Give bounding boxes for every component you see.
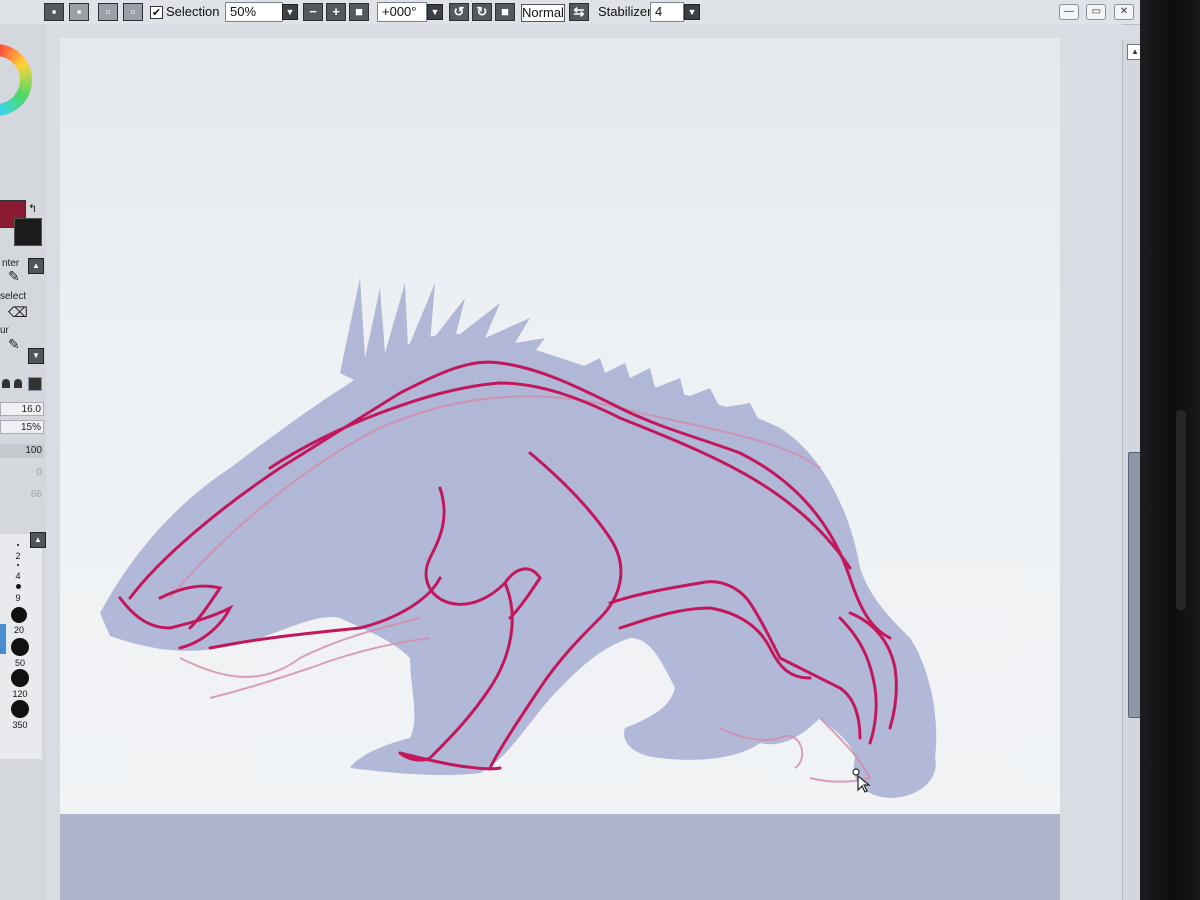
- stabilizer-label: Stabilizer: [598, 4, 652, 19]
- size-label: 9: [15, 593, 21, 603]
- selected-size-indicator: [0, 624, 6, 654]
- zoom-in-button[interactable]: +: [326, 3, 346, 21]
- tool-scroll-up-icon[interactable]: ▲: [28, 258, 44, 274]
- size-label: 20: [13, 625, 24, 635]
- stabilizer-dropdown-icon[interactable]: ▼: [684, 4, 700, 20]
- size-label: 120: [12, 689, 28, 699]
- blur-brush-icon[interactable]: ✎: [8, 336, 20, 353]
- size-label: 2: [15, 551, 21, 561]
- brush-shape-row: [0, 376, 44, 392]
- tool-label[interactable]: select: [0, 291, 26, 303]
- blending-slider[interactable]: 0: [0, 466, 44, 480]
- brush-size-list[interactable]: ▲ 2 4 9 20 50 120 350: [0, 532, 46, 759]
- selection-checkbox[interactable]: ✔: [150, 6, 163, 19]
- tool-panel: ↰ nter ✎ select ⌫ ur ✎ ▲ ▼ 16.0 15% 100 …: [0, 24, 47, 900]
- brush-shape-round-icon[interactable]: [2, 379, 10, 388]
- brush-icon[interactable]: ✎: [8, 268, 20, 285]
- canvas-icon[interactable]: ▪: [69, 3, 89, 21]
- close-button[interactable]: ✕: [1114, 4, 1134, 20]
- monitor-bezel-detail: [1176, 410, 1186, 610]
- tool-scroll-down-icon[interactable]: ▼: [28, 348, 44, 364]
- paint-app-window: ▪ ▪ ▫ ▫ ✔ Selection 50% ▼ − + ■ +000° ▼ …: [0, 0, 1148, 900]
- zoom-field[interactable]: 50%: [225, 2, 283, 22]
- size-dot[interactable]: [11, 638, 29, 656]
- brush-size-field[interactable]: 16.0: [0, 402, 44, 416]
- swap-colors-icon[interactable]: ↰: [28, 202, 37, 215]
- size-dot[interactable]: [16, 584, 21, 589]
- background-color-swatch[interactable]: [14, 218, 42, 246]
- creature-body-fill: [100, 333, 937, 798]
- min-size-field[interactable]: 15%: [0, 420, 44, 434]
- stabilizer-field[interactable]: 4: [650, 2, 684, 22]
- zoom-out-button[interactable]: −: [303, 3, 323, 21]
- flip-horizontal-button[interactable]: ⇆: [569, 3, 589, 21]
- top-toolbar: ▪ ▪ ▫ ▫ ✔ Selection 50% ▼ − + ■ +000° ▼ …: [0, 0, 1148, 25]
- zoom-dropdown-icon[interactable]: ▼: [282, 4, 298, 20]
- canvas-area[interactable]: [46, 24, 1122, 900]
- size-dot[interactable]: [17, 544, 19, 546]
- rotate-cw-button[interactable]: ↻: [472, 3, 492, 21]
- eraser-icon[interactable]: ⌫: [8, 304, 28, 321]
- size-list-scroll-up-icon[interactable]: ▲: [30, 532, 46, 548]
- size-dot[interactable]: [11, 700, 29, 718]
- brush-shape-square-icon[interactable]: [28, 377, 42, 391]
- dilution-slider[interactable]: 66: [0, 488, 44, 502]
- brush-shape-soft-icon[interactable]: [14, 379, 22, 388]
- minimize-button[interactable]: —: [1058, 4, 1079, 20]
- monitor-bezel: [1140, 0, 1200, 900]
- selection-label: Selection: [166, 4, 220, 19]
- deselect-icon[interactable]: ▫: [123, 3, 143, 21]
- select-tool-icon[interactable]: ▫: [98, 3, 118, 21]
- save-icon[interactable]: ▪: [44, 3, 64, 21]
- rotation-field[interactable]: +000°: [377, 2, 427, 22]
- rotate-ccw-button[interactable]: ↺: [449, 3, 469, 21]
- size-label: 4: [15, 571, 21, 581]
- density-slider[interactable]: 100: [0, 444, 44, 458]
- size-label: 350: [12, 720, 28, 730]
- zoom-reset-button[interactable]: ■: [349, 3, 369, 21]
- size-label: 50: [14, 658, 25, 668]
- window-controls: — ▭ ✕: [1055, 2, 1134, 20]
- size-dot[interactable]: [11, 669, 29, 687]
- size-dot[interactable]: [17, 564, 19, 566]
- size-dot[interactable]: [11, 607, 27, 623]
- rotation-dropdown-icon[interactable]: ▼: [427, 4, 443, 20]
- blend-mode-button[interactable]: Normal: [521, 4, 565, 22]
- rotate-reset-button[interactable]: ■: [495, 3, 515, 21]
- restore-button[interactable]: ▭: [1086, 4, 1107, 20]
- creature-sketch: [100, 278, 937, 798]
